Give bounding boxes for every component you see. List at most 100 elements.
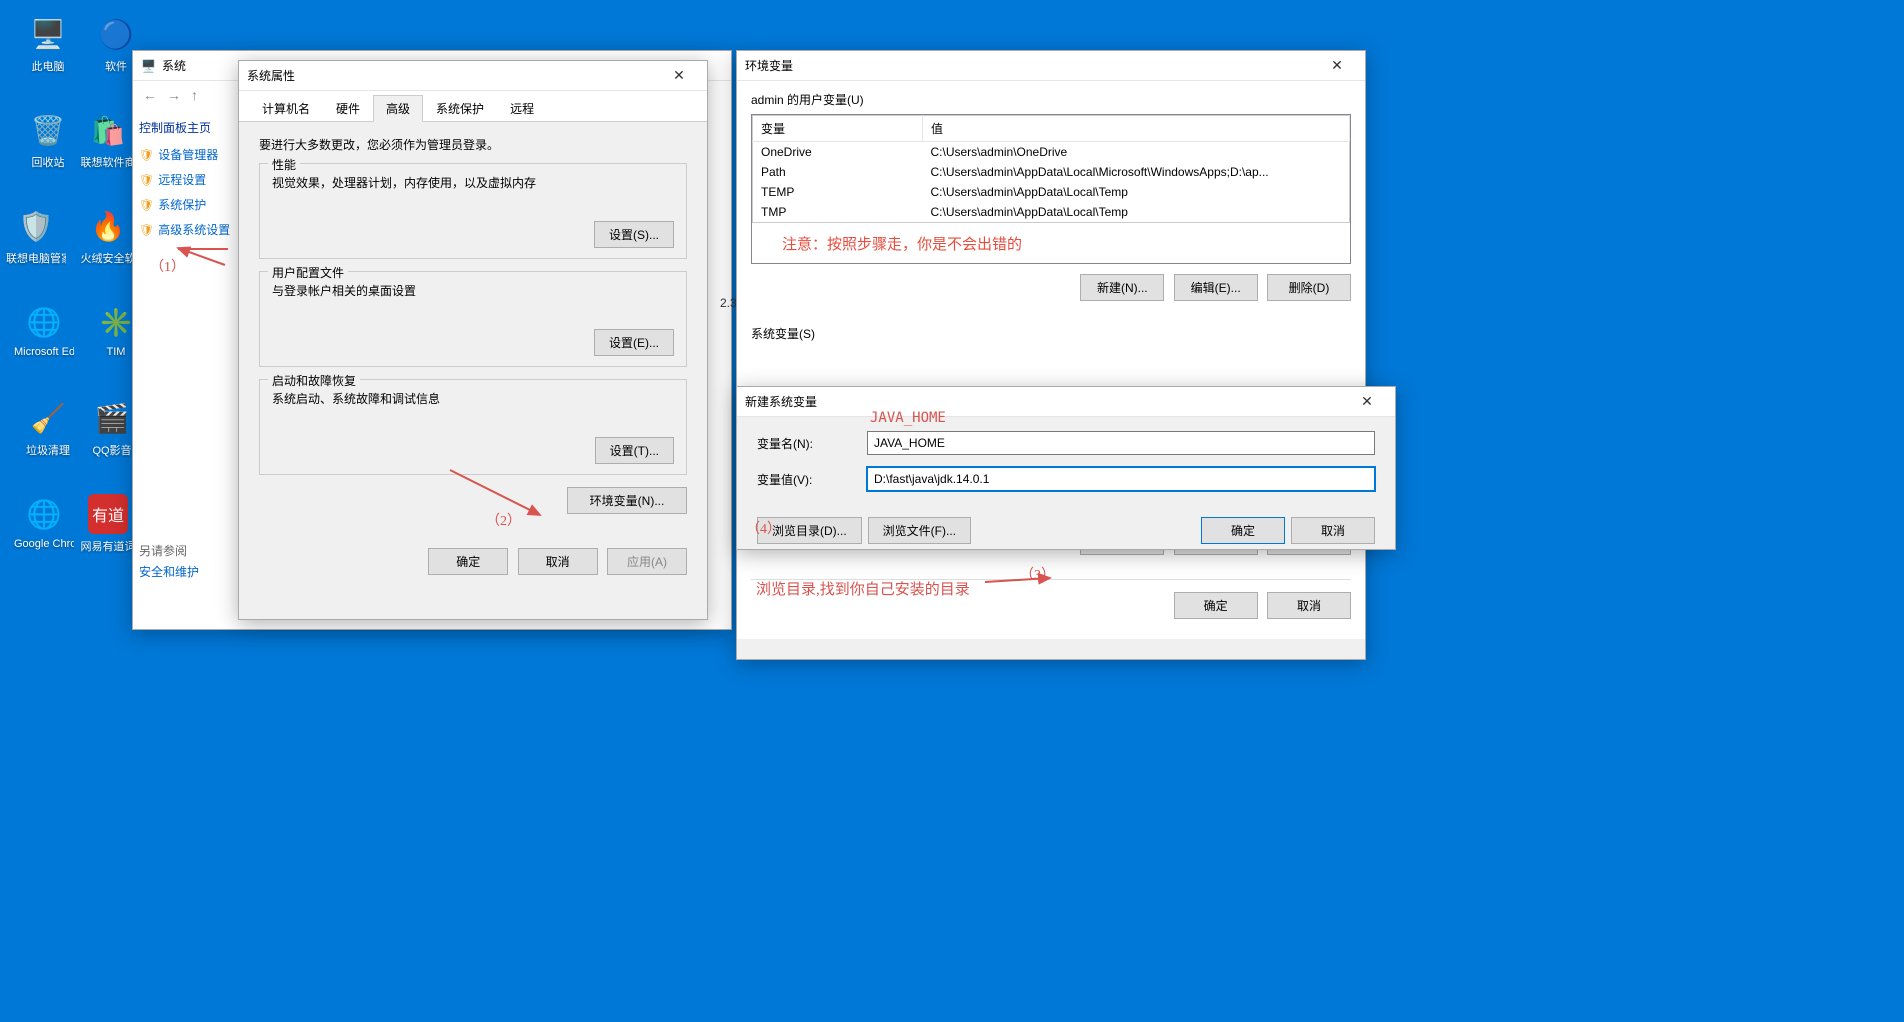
env-variables-button[interactable]: 环境变量(N)... xyxy=(567,487,687,514)
pc-icon: 🖥️ xyxy=(28,14,68,54)
desktop-icon-edge[interactable]: 🌐Microsoft Edge xyxy=(14,302,74,358)
broom-icon: 🧹 xyxy=(28,398,68,438)
perf-settings-button[interactable]: 设置(S)... xyxy=(594,221,674,248)
var-value-label: 变量值(V): xyxy=(757,471,867,488)
user-vars-table[interactable]: 变量 值 OneDriveC:\Users\admin\OneDrive Pat… xyxy=(751,114,1351,264)
dialog-button-row: 确定 取消 应用(A) xyxy=(239,538,707,585)
tab-protection[interactable]: 系统保护 xyxy=(423,95,497,121)
startup-settings-button[interactable]: 设置(T)... xyxy=(595,437,674,464)
dialog-title: 新建系统变量 xyxy=(745,393,1347,410)
col-val[interactable]: 值 xyxy=(923,116,1350,142)
tab-remote[interactable]: 远程 xyxy=(497,95,547,121)
shield-icon: 🛡 xyxy=(139,173,154,187)
table-row[interactable]: OneDriveC:\Users\admin\OneDrive xyxy=(753,142,1350,163)
newvar-ok-button[interactable]: 确定 xyxy=(1201,517,1285,544)
cancel-button[interactable]: 取消 xyxy=(518,548,598,575)
tim-icon: ✳️ xyxy=(96,302,136,342)
browse-file-button[interactable]: 浏览文件(F)... xyxy=(868,517,971,544)
red-note: 注意：按照步骤走，你是不会出错的 xyxy=(782,233,1022,254)
apply-button[interactable]: 应用(A) xyxy=(607,548,687,575)
folder-icon: 🔵 xyxy=(96,14,136,54)
shield-icon: 🛡 xyxy=(139,223,154,237)
ok-button[interactable]: 确定 xyxy=(428,548,508,575)
chrome-icon: 🌐 xyxy=(24,494,64,534)
control-panel-sidebar: 控制面板主页 🛡设备管理器 🛡远程设置 🛡系统保护 🛡高级系统设置 另请参阅 安… xyxy=(133,109,243,627)
shield-icon: 🛡 xyxy=(139,198,154,212)
close-icon[interactable]: ✕ xyxy=(1317,57,1357,74)
desktop-icon-lenovo-mgr[interactable]: 🛡️联想电脑管家 xyxy=(6,206,66,266)
tab-computer-name[interactable]: 计算机名 xyxy=(249,95,323,121)
browse-dir-button[interactable]: 浏览目录(D)... xyxy=(757,517,862,544)
version-text: 2.3 xyxy=(720,296,737,310)
table-row[interactable]: PathC:\Users\admin\AppData\Local\Microso… xyxy=(753,162,1350,182)
perf-desc: 视觉效果，处理器计划，内存使用，以及虚拟内存 xyxy=(272,174,674,191)
system-properties-dialog: 系统属性 ✕ 计算机名 硬件 高级 系统保护 远程 要进行大多数更改，您必须作为… xyxy=(238,60,708,620)
desktop-icon-lenovo-store[interactable]: 🛍️联想软件商 xyxy=(78,110,138,170)
group-title: 性能 xyxy=(268,156,300,173)
fire-icon: 🔥 xyxy=(88,206,128,246)
sidebar-link-protection[interactable]: 🛡系统保护 xyxy=(139,192,237,217)
video-icon: 🎬 xyxy=(92,398,132,438)
tab-content: 要进行大多数更改，您必须作为管理员登录。 性能 视觉效果，处理器计划，内存使用，… xyxy=(239,122,707,538)
table-header-row: 变量 值 xyxy=(753,116,1350,142)
desktop-icon-this-pc[interactable]: 🖥️此电脑 xyxy=(18,14,78,74)
new-user-var-button[interactable]: 新建(N)... xyxy=(1080,274,1164,301)
shield-icon: 🛡️ xyxy=(16,206,56,246)
tab-hardware[interactable]: 硬件 xyxy=(323,95,373,121)
desktop-icon-chrome[interactable]: 🌐Google Chrome xyxy=(14,494,74,550)
performance-group: 性能 视觉效果，处理器计划，内存使用，以及虚拟内存 设置(S)... xyxy=(259,163,687,259)
environment-variables-dialog: 环境变量 ✕ admin 的用户变量(U) 变量 值 OneDriveC:\Us… xyxy=(736,50,1366,660)
titlebar[interactable]: 系统属性 ✕ xyxy=(239,61,707,91)
back-arrow-icon[interactable]: ← xyxy=(143,87,157,103)
profile-group: 用户配置文件 与登录帐户相关的桌面设置 设置(E)... xyxy=(259,271,687,367)
env-cancel-button[interactable]: 取消 xyxy=(1267,592,1351,619)
var-name-label: 变量名(N): xyxy=(757,435,867,452)
shield-icon: 🛡 xyxy=(139,148,154,162)
titlebar[interactable]: 新建系统变量 ✕ xyxy=(737,387,1395,417)
strikethrough-mark xyxy=(178,248,228,250)
sidebar-link-remote[interactable]: 🛡远程设置 xyxy=(139,167,237,192)
system-icon: 🖥️ xyxy=(141,59,156,73)
env-ok-button[interactable]: 确定 xyxy=(1174,592,1258,619)
recycle-icon: 🗑️ xyxy=(28,110,68,150)
delete-user-var-button[interactable]: 删除(D) xyxy=(1267,274,1351,301)
desktop-icon-cleanup[interactable]: 🧹垃圾清理 xyxy=(18,398,78,458)
var-value-input[interactable] xyxy=(867,467,1375,491)
edit-user-var-button[interactable]: 编辑(E)... xyxy=(1174,274,1258,301)
table-row[interactable]: TMPC:\Users\admin\AppData\Local\Temp xyxy=(753,202,1350,223)
dialog-title: 环境变量 xyxy=(745,57,1317,74)
startup-desc: 系统启动、系统故障和调试信息 xyxy=(272,390,674,407)
profile-settings-button[interactable]: 设置(E)... xyxy=(594,329,674,356)
var-name-input[interactable] xyxy=(867,431,1375,455)
close-icon[interactable]: ✕ xyxy=(1347,393,1387,410)
desktop-icon-recycle[interactable]: 🗑️回收站 xyxy=(18,110,78,170)
forward-arrow-icon[interactable]: → xyxy=(167,87,181,103)
sidebar-link-security[interactable]: 安全和维护 xyxy=(139,559,237,584)
titlebar[interactable]: 环境变量 ✕ xyxy=(737,51,1365,81)
startup-group: 启动和故障恢复 系统启动、系统故障和调试信息 设置(T)... xyxy=(259,379,687,475)
see-also-label: 另请参阅 xyxy=(139,544,187,558)
store-icon: 🛍️ xyxy=(88,110,128,150)
tab-bar: 计算机名 硬件 高级 系统保护 远程 xyxy=(239,91,707,122)
user-vars-section: admin 的用户变量(U) 变量 值 OneDriveC:\Users\adm… xyxy=(751,91,1351,311)
table-row[interactable]: TEMPC:\Users\admin\AppData\Local\Temp xyxy=(753,182,1350,202)
profile-desc: 与登录帐户相关的桌面设置 xyxy=(272,282,674,299)
col-var[interactable]: 变量 xyxy=(753,116,923,142)
admin-note: 要进行大多数更改，您必须作为管理员登录。 xyxy=(259,136,687,153)
up-arrow-icon[interactable]: ↑ xyxy=(191,87,198,103)
group-title: 用户配置文件 xyxy=(268,264,348,281)
tab-advanced[interactable]: 高级 xyxy=(373,95,423,122)
user-section-label: admin 的用户变量(U) xyxy=(751,91,1351,108)
dialog-title: 系统属性 xyxy=(247,67,659,84)
desktop-icon-youdao[interactable]: 有道网易有道词 xyxy=(78,494,138,554)
var-value-row: 变量值(V): xyxy=(757,467,1375,491)
newvar-cancel-button[interactable]: 取消 xyxy=(1291,517,1375,544)
close-icon[interactable]: ✕ xyxy=(659,67,699,84)
var-name-row: 变量名(N): xyxy=(757,431,1375,455)
sidebar-link-device-manager[interactable]: 🛡设备管理器 xyxy=(139,142,237,167)
sidebar-link-advanced[interactable]: 🛡高级系统设置 xyxy=(139,217,237,242)
group-title: 启动和故障恢复 xyxy=(268,372,360,389)
desktop-icon-huorong[interactable]: 🔥火绒安全软 xyxy=(78,206,138,266)
new-system-variable-dialog: 新建系统变量 ✕ 变量名(N): 变量值(V): 浏览目录(D)... 浏览文件… xyxy=(736,386,1396,550)
sidebar-title: 控制面板主页 xyxy=(139,119,237,136)
